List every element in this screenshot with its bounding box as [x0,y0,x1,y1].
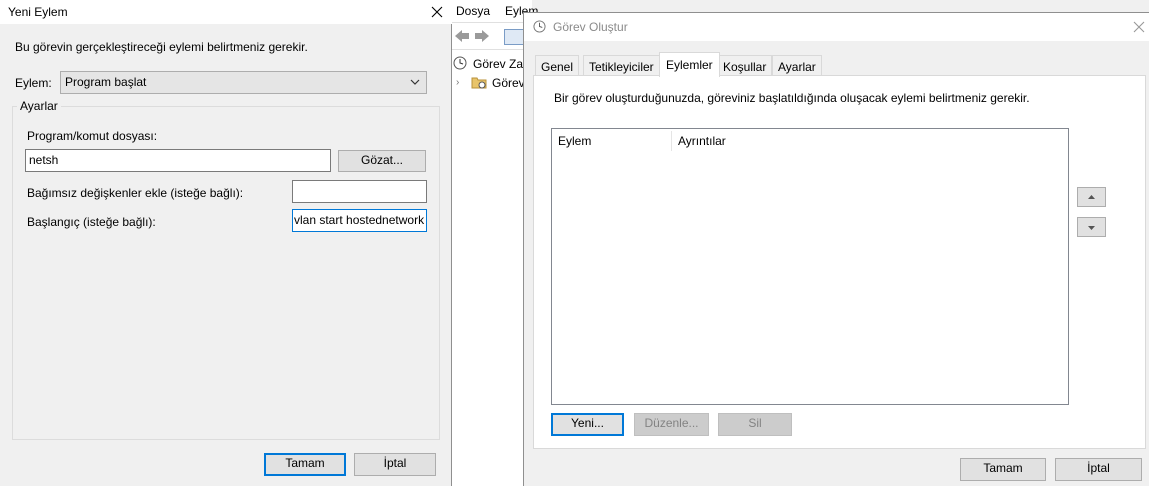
task-scheduler-window: Dosya Eylem Görev Zar › Görev [452,0,538,486]
dialog-title: Görev Oluştur [553,20,628,34]
program-input-value: netsh [29,153,59,167]
actions-tab-panel: Bir görev oluşturduğunuzda, göreviniz ba… [533,75,1146,449]
actions-list[interactable]: Eylem Ayrıntılar [551,128,1069,405]
program-input[interactable]: netsh [25,149,331,172]
toolbar-divider [452,49,532,50]
tree-expand-icon[interactable]: › [456,77,459,88]
action-label: Eylem: [15,76,52,90]
column-header-action[interactable]: Eylem [558,134,591,148]
menu-divider [452,22,532,23]
dialog-title: Yeni Eylem [8,5,68,19]
action-select[interactable]: Program başlat [60,71,427,94]
edit-action-button[interactable]: Düzenle... [634,413,709,436]
column-divider[interactable] [671,131,672,151]
actions-description: Bir görev oluşturduğunuzda, göreviniz ba… [554,91,1030,105]
cancel-button[interactable]: İptal [1055,458,1142,481]
forward-arrow-icon[interactable] [474,29,490,43]
create-task-dialog: Görev Oluştur Genel Tetikleyiciler Eylem… [523,12,1149,486]
dialog-titlebar: Görev Oluştur [524,13,1149,41]
new-action-dialog: Yeni Eylem Bu görevin gerçekleştireceği … [0,0,452,486]
browse-button[interactable]: Gözat... [338,150,426,172]
tab-genel[interactable]: Genel [535,55,580,76]
program-label: Program/komut dosyası: [27,129,158,143]
back-arrow-icon[interactable] [454,29,470,43]
column-header-details[interactable]: Ayrıntılar [678,134,726,148]
move-down-button[interactable] [1077,217,1106,237]
clock-icon [453,56,467,73]
menu-dosya[interactable]: Dosya [456,4,490,18]
arguments-input[interactable] [292,180,427,203]
folder-clock-icon [471,75,487,92]
action-select-value: Program başlat [65,75,147,89]
tab-conditions[interactable]: Koşullar [717,55,773,76]
tree-item-library[interactable]: Görev [492,76,525,90]
clock-icon [533,20,546,36]
new-action-button[interactable]: Yeni... [551,413,624,436]
delete-action-button[interactable]: Sil [718,413,792,436]
ok-button[interactable]: Tamam [264,453,346,476]
cancel-button[interactable]: İptal [354,453,436,476]
start-in-label: Başlangıç (isteğe bağlı): [27,215,156,229]
start-in-input[interactable]: vlan start hostednetwork [292,209,427,232]
start-in-input-value: vlan start hostednetwork [294,213,425,227]
ok-button[interactable]: Tamam [960,458,1046,481]
settings-group-label: Ayarlar [17,99,61,113]
tab-settings[interactable]: Ayarlar [772,55,822,76]
tab-actions[interactable]: Eylemler [659,52,720,77]
tree-item-task-scheduler[interactable]: Görev Zar [473,57,527,71]
console-view-icon[interactable] [504,29,524,45]
close-icon[interactable] [428,3,446,21]
chevron-down-icon [409,75,421,92]
close-icon[interactable] [1130,18,1148,36]
arguments-label: Bağımsız değişkenler ekle (isteğe bağlı)… [27,186,244,200]
dialog-titlebar: Yeni Eylem [0,0,452,24]
intro-text: Bu görevin gerçekleştireceği eylemi beli… [15,40,308,54]
tab-triggers[interactable]: Tetikleyiciler [583,55,660,76]
move-up-button[interactable] [1077,187,1106,207]
